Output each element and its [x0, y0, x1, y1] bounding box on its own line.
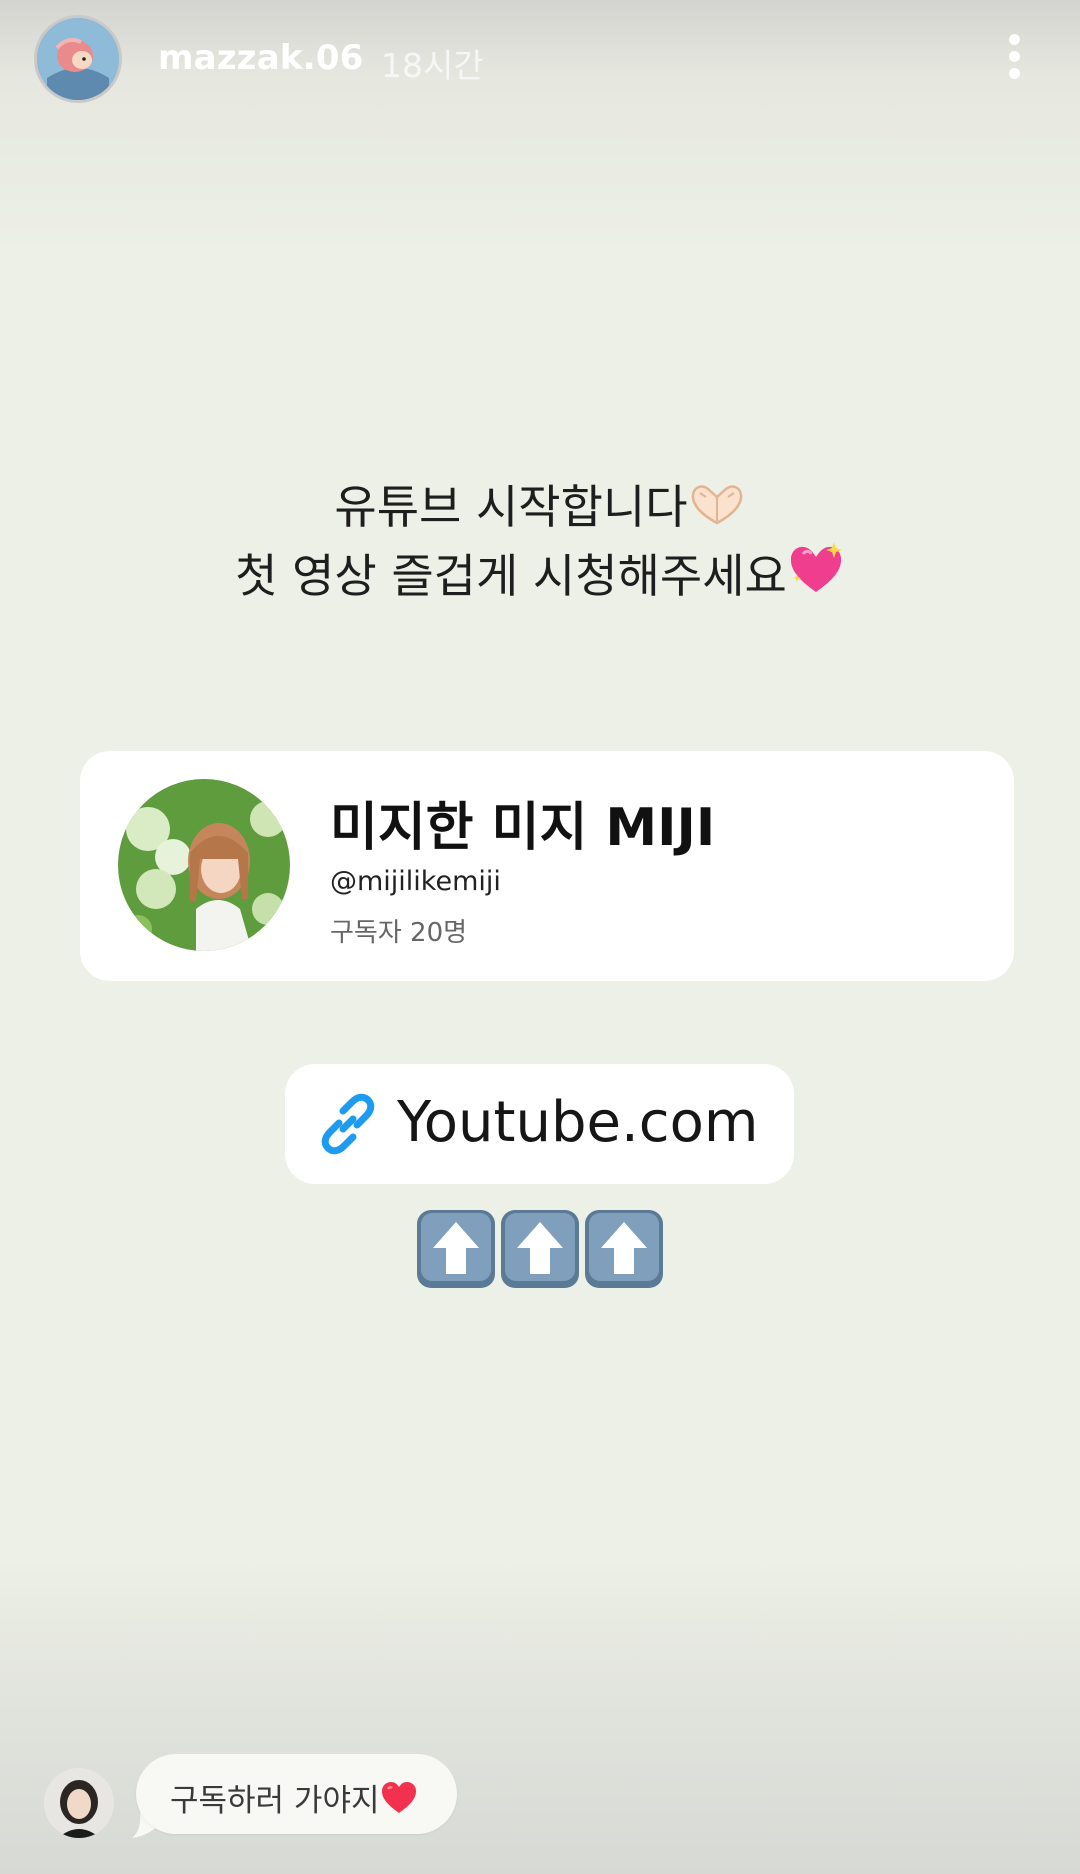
reply-avatar — [44, 1768, 114, 1838]
story-header: mazzak.06 18시간 — [0, 0, 1080, 120]
sparkling-heart-emoji — [787, 540, 845, 609]
youtube-profile-card[interactable]: 미지한 미지 MIJI @mijilikemiji 구독자 20명 — [80, 751, 1014, 981]
caption-line-1-text: 유튜브 시작합니다 — [334, 480, 688, 534]
reply-message: 구독하러 가야지 — [170, 1783, 380, 1819]
reply-text: 구독하러 가야지 — [170, 1775, 418, 1823]
link-sticker[interactable]: Youtube.com — [285, 1064, 794, 1184]
reply-bubble[interactable]: 구독하러 가야지 — [136, 1754, 457, 1834]
avatar-illustration — [37, 18, 119, 100]
story-caption: 유튜브 시작합니다 첫 영상 즐겁게 시청해주세요 — [100, 478, 980, 609]
up-arrow-emoji — [415, 1208, 497, 1290]
story-timestamp: 18시간 — [381, 46, 484, 85]
link-icon — [315, 1091, 381, 1157]
user-avatar[interactable] — [34, 15, 122, 103]
up-arrow-emoji — [499, 1208, 581, 1290]
caption-line-1: 유튜브 시작합니다 — [100, 478, 980, 540]
red-heart-emoji — [380, 1781, 418, 1823]
channel-handle: @mijilikemiji — [330, 866, 501, 897]
up-arrow-row — [415, 1208, 667, 1292]
up-arrow-emoji — [583, 1208, 665, 1290]
caption-line-2: 첫 영상 즐겁게 시청해주세요 — [100, 540, 980, 609]
link-label: Youtube.com — [397, 1090, 759, 1155]
subscriber-count: 구독자 20명 — [330, 918, 468, 948]
caption-line-2-text: 첫 영상 즐겁게 시청해주세요 — [235, 549, 787, 603]
more-vertical-icon[interactable] — [1000, 30, 1030, 82]
channel-avatar — [118, 779, 290, 951]
heart-hands-emoji — [688, 481, 746, 540]
story-username[interactable]: mazzak.06 — [158, 38, 364, 78]
channel-name: 미지한 미지 MIJI — [330, 798, 716, 858]
